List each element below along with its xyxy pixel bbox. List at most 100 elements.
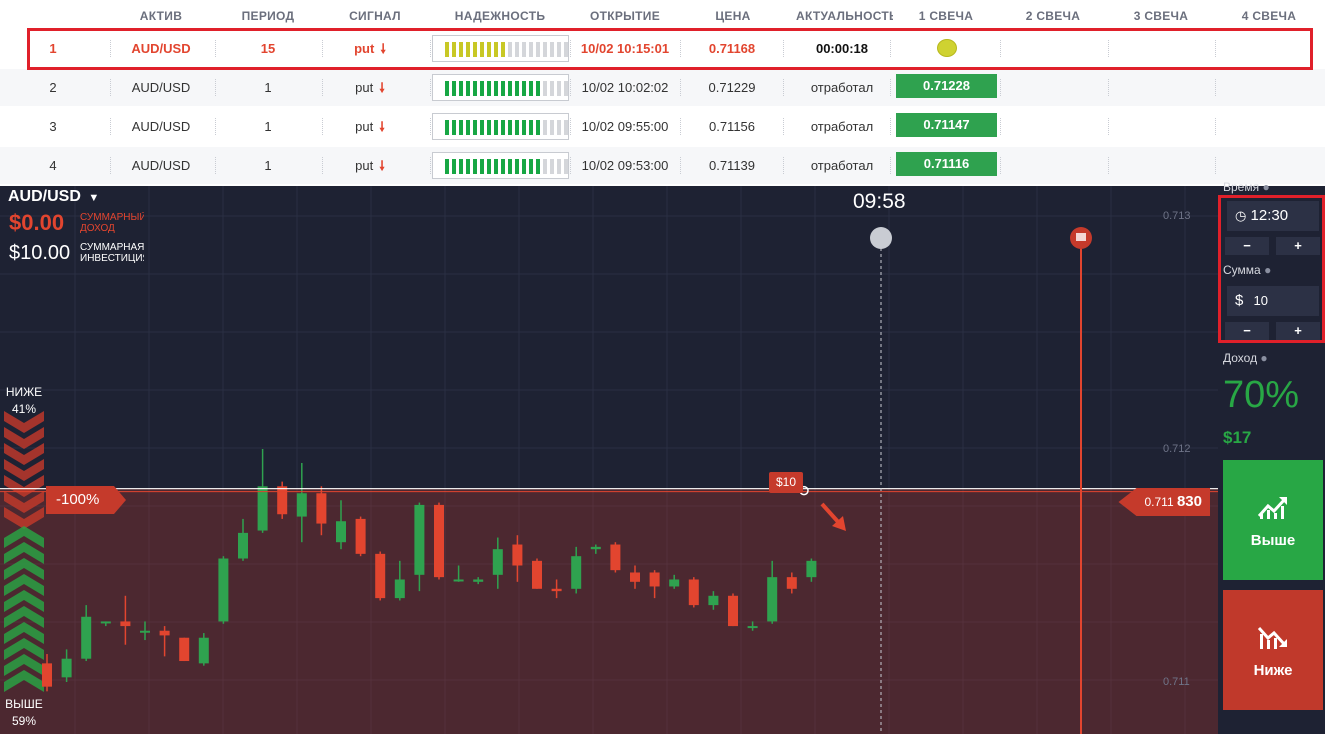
reliability-segment <box>564 120 568 135</box>
cell-price: 0.71156 <box>708 119 756 134</box>
reliability-bar <box>432 113 569 140</box>
column-divider <box>1108 79 1109 96</box>
candle-body <box>610 544 621 571</box>
current-price-tag: 0.711 830 <box>1118 488 1210 516</box>
arrow-down-icon: 🠗 <box>379 158 385 173</box>
reliability-segment <box>564 159 568 174</box>
candle-body <box>179 637 190 662</box>
cell-actual: отработал <box>810 119 874 134</box>
reliability-segment <box>494 81 498 96</box>
column-divider <box>890 79 891 96</box>
highlight-panel-inputs <box>1218 195 1325 343</box>
reliability-segment <box>480 120 484 135</box>
candle-body <box>551 588 562 592</box>
deal-amount-tag[interactable]: $10 <box>769 472 803 493</box>
profit-percent-tag: -100% <box>46 486 126 514</box>
cell-num: 2 <box>49 80 57 95</box>
column-divider <box>215 118 216 135</box>
cell-actual: отработал <box>810 158 874 173</box>
lower-button-label: Ниже <box>1253 662 1293 679</box>
reliability-segment <box>501 159 505 174</box>
signal-text: put <box>355 80 374 95</box>
candle-1-result: 0.71228 <box>896 74 997 98</box>
col-candle-1: 1 СВЕЧА <box>918 9 974 23</box>
reliability-segment <box>466 120 470 135</box>
col-reliability: НАДЕЖНОСТЬ <box>454 9 546 23</box>
asset-label: AUD/USD <box>8 188 81 205</box>
column-divider <box>215 157 216 174</box>
lower-button[interactable]: Ниже <box>1223 590 1323 710</box>
cell-opened: 10/02 09:53:00 <box>581 158 669 173</box>
reliability-segment <box>557 159 561 174</box>
column-divider <box>1108 157 1109 174</box>
table-header: АКТИВ ПЕРИОД СИГНАЛ НАДЕЖНОСТЬ ОТКРЫТИЕ … <box>0 0 1325 30</box>
higher-button[interactable]: Выше <box>1223 460 1323 580</box>
arrow-down-icon: 🠗 <box>379 119 385 134</box>
column-divider <box>215 79 216 96</box>
reliability-segment <box>557 81 561 96</box>
reliability-segment <box>536 120 540 135</box>
cell-price: 0.71139 <box>708 158 756 173</box>
asset-selector[interactable]: AUD/USD ▼ <box>8 188 99 206</box>
candle-body <box>434 504 444 578</box>
reliability-segment <box>564 81 568 96</box>
candle-body <box>42 663 52 687</box>
table-row[interactable]: 3 AUD/USD 1 10/02 09:55:00 0.71156 отработал p… <box>0 108 1325 145</box>
column-divider <box>430 79 431 96</box>
cell-period: 1 <box>264 158 272 173</box>
reliability-segment <box>508 120 512 135</box>
column-divider <box>322 118 323 135</box>
reliability-segment <box>480 159 484 174</box>
table-row[interactable]: 2 AUD/USD 1 10/02 10:02:02 0.71229 отработал p… <box>0 69 1325 106</box>
reliability-segment <box>452 81 456 96</box>
candle-body <box>336 521 346 543</box>
candle-body <box>414 504 425 575</box>
reliability-segment <box>459 81 463 96</box>
candle-body <box>473 579 484 582</box>
col-candle-2: 2 СВЕЧА <box>1025 9 1081 23</box>
col-candle-3: 3 СВЕЧА <box>1133 9 1189 23</box>
column-divider <box>570 79 571 96</box>
table-row[interactable]: 4 AUD/USD 1 10/02 09:53:00 0.71139 отработал p… <box>0 147 1325 184</box>
income-percent: 70% <box>1223 374 1300 416</box>
y-tick-label: 0.713 <box>1163 210 1191 222</box>
reliability-segment <box>473 81 477 96</box>
reliability-segment <box>473 120 477 135</box>
reliability-segment <box>487 159 491 174</box>
reliability-segment <box>515 159 519 174</box>
candle-body <box>394 579 405 599</box>
candle-body <box>159 630 170 636</box>
col-candle-4: 4 СВЕЧА <box>1241 9 1297 23</box>
expiry-timer: 09:58 <box>853 190 906 213</box>
column-divider <box>110 157 111 174</box>
help-icon: ● <box>1260 351 1268 365</box>
chevron-down-icon: ▼ <box>88 192 100 204</box>
cell-period: 1 <box>264 80 272 95</box>
total-income-label: СУММАРНЫЙ ДОХОД <box>80 212 144 234</box>
cell-period: 1 <box>264 119 272 134</box>
cell-opened: 10/02 10:02:02 <box>581 80 669 95</box>
candle-body <box>140 630 150 633</box>
y-tick-label: 0.712 <box>1163 443 1191 455</box>
reliability-segment <box>536 159 540 174</box>
candle-body <box>688 579 699 606</box>
candle-body <box>728 595 738 627</box>
signal-text: put <box>355 119 374 134</box>
reliability-segment <box>501 81 505 96</box>
reliability-segment <box>459 120 463 135</box>
reliability-segment <box>550 159 554 174</box>
candle-body <box>277 486 288 515</box>
cell-asset: AUD/USD <box>131 119 191 134</box>
column-divider <box>783 79 784 96</box>
reliability-segment <box>501 120 505 135</box>
cell-num: 4 <box>49 158 57 173</box>
time-label: Время ● <box>1223 180 1270 194</box>
reliability-segment <box>543 120 547 135</box>
y-tick-label: 0.711 <box>1163 676 1190 688</box>
candle-body <box>198 637 209 664</box>
column-divider <box>1000 118 1001 135</box>
loss-zone <box>0 488 1218 734</box>
price-chart[interactable]: AUD/USD ▼ $0.00 СУММАРНЫЙ ДОХОД $10.00 С… <box>0 186 1218 734</box>
total-income-value: $0.00 <box>9 210 65 235</box>
column-divider <box>430 157 431 174</box>
